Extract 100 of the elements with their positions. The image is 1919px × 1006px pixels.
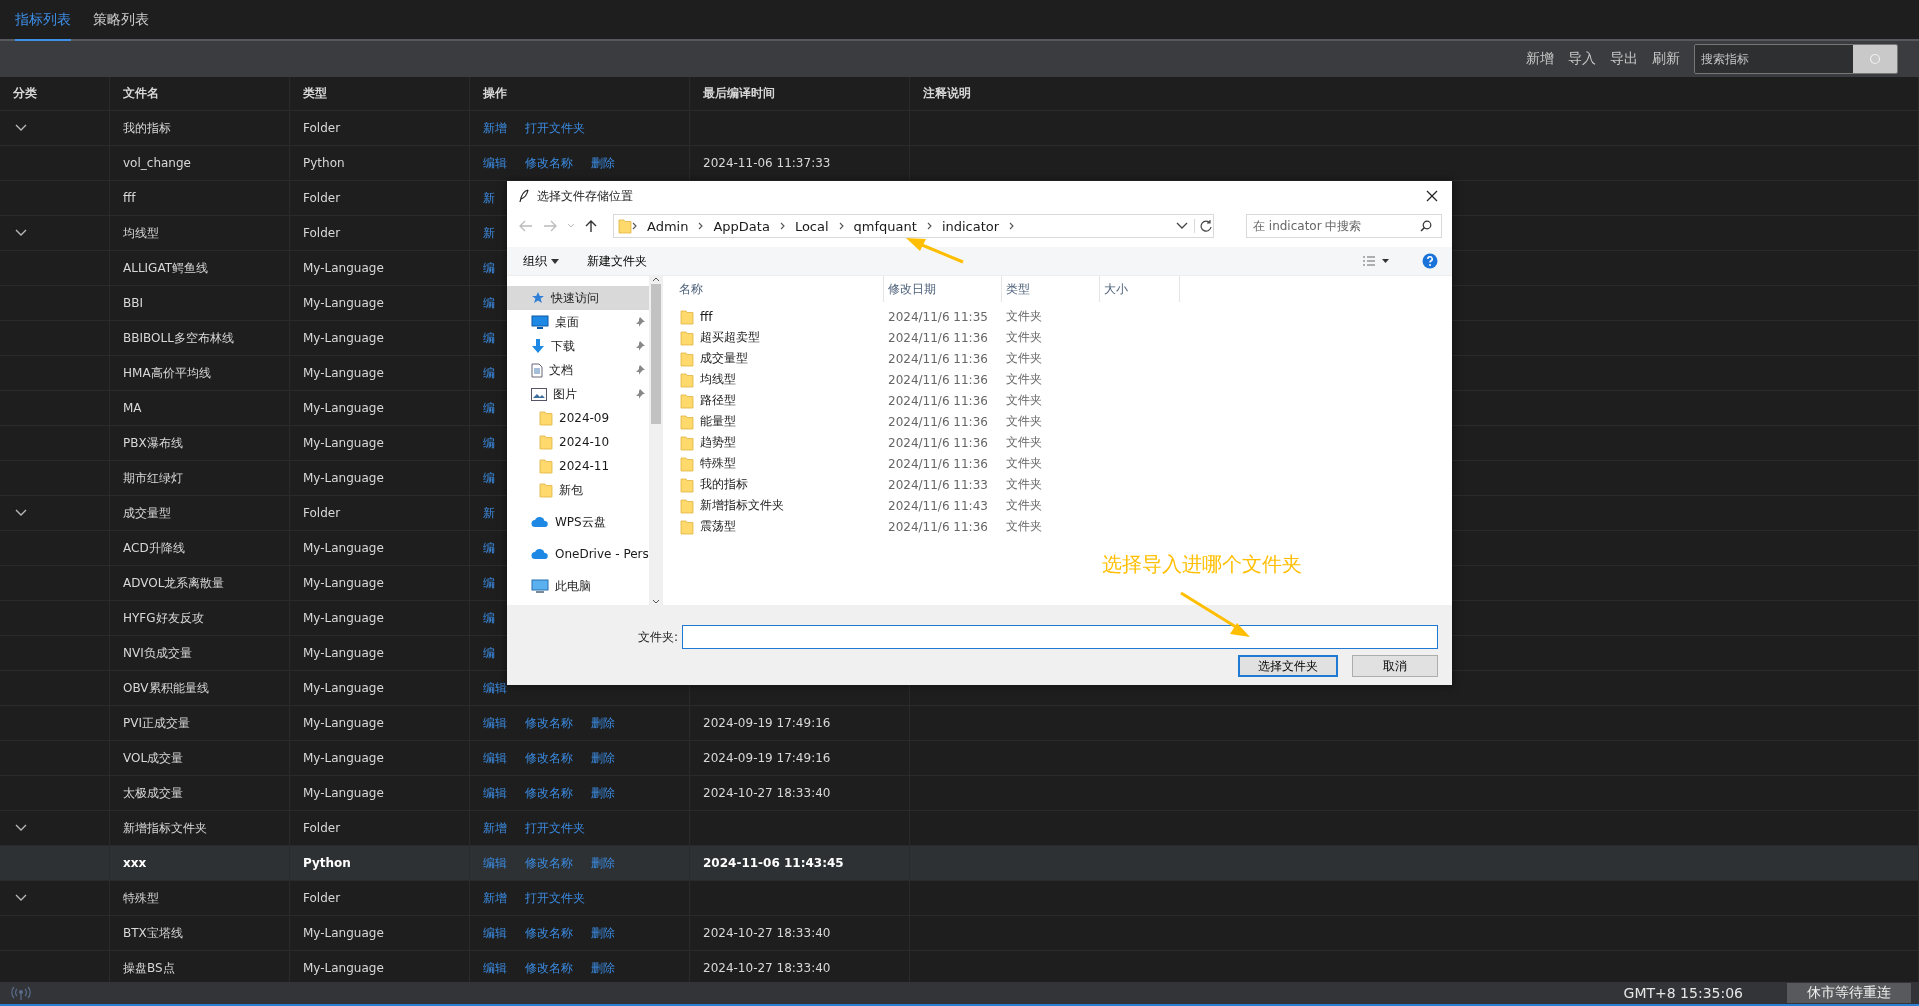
file-row[interactable]: 均线型 2024/11/6 11:36 文件夹: [675, 369, 1452, 390]
file-row[interactable]: 超买超卖型 2024/11/6 11:36 文件夹: [675, 327, 1452, 348]
file-row[interactable]: 我的指标 2024/11/6 11:33 文件夹: [675, 474, 1452, 495]
table-row[interactable]: xxx Python 编辑 修改名称 删除 2024-11-06 11:43:45: [0, 846, 1919, 881]
action-link[interactable]: 编: [483, 399, 495, 417]
action-link[interactable]: 修改名称: [525, 959, 573, 977]
chevron-down-icon[interactable]: [15, 124, 27, 132]
file-row[interactable]: 震荡型 2024/11/6 11:36 文件夹: [675, 516, 1452, 537]
view-options-icon[interactable]: [1362, 256, 1390, 266]
cancel-button[interactable]: 取消: [1352, 655, 1438, 677]
nav-item[interactable]: 此电脑: [507, 574, 649, 598]
column-header[interactable]: 大小: [1100, 276, 1180, 302]
breadcrumb[interactable]: Local: [792, 218, 831, 234]
action-link[interactable]: 编辑: [483, 749, 507, 767]
nav-item[interactable]: 2024-11: [507, 454, 649, 478]
action-link[interactable]: 修改名称: [525, 784, 573, 802]
action-link[interactable]: 新增: [483, 889, 507, 907]
toolbar-action[interactable]: 导入: [1566, 50, 1598, 68]
action-link[interactable]: 编辑: [483, 784, 507, 802]
action-link[interactable]: 删除: [591, 959, 615, 977]
toolbar-action[interactable]: 刷新: [1650, 50, 1682, 68]
help-icon[interactable]: [1422, 253, 1438, 269]
nav-item[interactable]: 2024-09: [507, 406, 649, 430]
breadcrumb[interactable]: qmfquant: [851, 218, 919, 234]
action-link[interactable]: 编辑: [483, 679, 507, 697]
select-folder-button[interactable]: 选择文件夹: [1238, 655, 1338, 677]
action-link[interactable]: 编: [483, 329, 495, 347]
action-link[interactable]: 新: [483, 504, 495, 522]
chevron-down-icon[interactable]: [1176, 222, 1188, 230]
column-header[interactable]: 修改日期: [884, 276, 1002, 302]
action-link[interactable]: 编: [483, 364, 495, 382]
action-link[interactable]: 新增: [483, 119, 507, 137]
action-link[interactable]: 编辑: [483, 924, 507, 942]
action-link[interactable]: 删除: [591, 924, 615, 942]
scroll-up-icon[interactable]: [652, 276, 660, 282]
scroll-down-icon[interactable]: [652, 599, 660, 605]
nav-item[interactable]: 桌面: [507, 310, 649, 334]
file-row[interactable]: 成交量型 2024/11/6 11:36 文件夹: [675, 348, 1452, 369]
breadcrumb[interactable]: indicator: [939, 218, 1002, 234]
action-link[interactable]: 编: [483, 434, 495, 452]
action-link[interactable]: 打开文件夹: [525, 119, 585, 137]
file-row[interactable]: 路径型 2024/11/6 11:36 文件夹: [675, 390, 1452, 411]
chevron-down-icon[interactable]: [15, 229, 27, 237]
table-row[interactable]: BTX宝塔线 My-Language 编辑 修改名称 删除 2024-10-27 18:33:40: [0, 916, 1919, 951]
action-link[interactable]: 新增: [483, 819, 507, 837]
command-button[interactable]: 新建文件夹: [587, 252, 647, 270]
action-link[interactable]: 新: [483, 224, 495, 242]
nav-item[interactable]: 下载: [507, 334, 649, 358]
search-field[interactable]: 搜索指标: [1694, 44, 1898, 74]
action-link[interactable]: 编辑: [483, 959, 507, 977]
action-link[interactable]: 删除: [591, 854, 615, 872]
nav-item[interactable]: 新包: [507, 478, 649, 502]
action-link[interactable]: 删除: [591, 714, 615, 732]
action-link[interactable]: 修改名称: [525, 854, 573, 872]
file-row[interactable]: fff 2024/11/6 11:35 文件夹: [675, 306, 1452, 327]
toolbar-action[interactable]: 新增: [1524, 50, 1556, 68]
folder-search-field[interactable]: 在 indicator 中搜索: [1246, 214, 1442, 238]
column-header[interactable]: 类型: [1002, 276, 1100, 302]
chevron-down-icon[interactable]: [15, 894, 27, 902]
action-link[interactable]: 编: [483, 539, 495, 557]
column-header[interactable]: 名称: [675, 276, 884, 302]
action-link[interactable]: 编: [483, 609, 495, 627]
nav-item[interactable]: WPS云盘: [507, 510, 649, 534]
nav-item[interactable]: OneDrive - Pers: [507, 542, 649, 566]
folder-input[interactable]: [682, 625, 1438, 649]
up-arrow-icon[interactable]: [585, 219, 597, 233]
file-row[interactable]: 新增指标文件夹 2024/11/6 11:43 文件夹: [675, 495, 1452, 516]
nav-item[interactable]: 文档: [507, 358, 649, 382]
scrollbar[interactable]: [649, 276, 663, 605]
table-row[interactable]: 太极成交量 My-Language 编辑 修改名称 删除 2024-10-27 18:33:40: [0, 776, 1919, 811]
file-row[interactable]: 能量型 2024/11/6 11:36 文件夹: [675, 411, 1452, 432]
action-link[interactable]: 编: [483, 469, 495, 487]
action-link[interactable]: 编: [483, 644, 495, 662]
action-link[interactable]: 删除: [591, 154, 615, 172]
command-button[interactable]: 组织: [523, 252, 559, 270]
toolbar-action[interactable]: 导出: [1608, 50, 1640, 68]
breadcrumb[interactable]: Admin: [645, 218, 691, 234]
action-link[interactable]: 打开文件夹: [525, 819, 585, 837]
action-link[interactable]: 修改名称: [525, 714, 573, 732]
action-link[interactable]: 编辑: [483, 854, 507, 872]
table-row[interactable]: 我的指标 Folder 新增 打开文件夹: [0, 111, 1919, 146]
action-link[interactable]: 编: [483, 574, 495, 592]
action-link[interactable]: 编辑: [483, 154, 507, 172]
table-row[interactable]: PVI正成交量 My-Language 编辑 修改名称 删除 2024-09-19 17:49:16: [0, 706, 1919, 741]
action-link[interactable]: 编: [483, 294, 495, 312]
address-bar[interactable]: Admin AppData Local qmfquant indicator: [613, 214, 1214, 238]
action-link[interactable]: 编: [483, 259, 495, 277]
action-link[interactable]: 打开文件夹: [525, 889, 585, 907]
nav-item[interactable]: 图片: [507, 382, 649, 406]
breadcrumb[interactable]: AppData: [711, 218, 772, 234]
action-link[interactable]: 删除: [591, 749, 615, 767]
file-row[interactable]: 特殊型 2024/11/6 11:36 文件夹: [675, 453, 1452, 474]
table-row[interactable]: VOL成交量 My-Language 编辑 修改名称 删除 2024-09-19 17:49:16: [0, 741, 1919, 776]
action-link[interactable]: 编辑: [483, 714, 507, 732]
action-link[interactable]: 修改名称: [525, 924, 573, 942]
chevron-down-icon[interactable]: [15, 824, 27, 832]
refresh-icon[interactable]: [1194, 219, 1213, 233]
action-link[interactable]: 修改名称: [525, 154, 573, 172]
tab[interactable]: 策略列表: [93, 0, 149, 41]
table-row[interactable]: 特殊型 Folder 新增 打开文件夹: [0, 881, 1919, 916]
